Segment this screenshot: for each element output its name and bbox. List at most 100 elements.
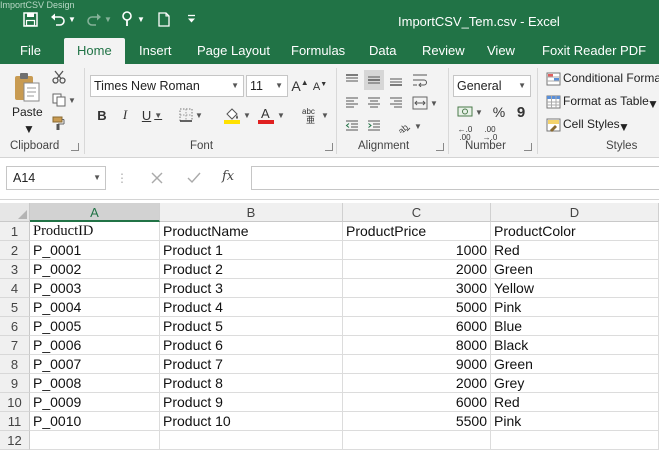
row-header[interactable]: 9	[0, 374, 30, 393]
enter-check-icon[interactable]	[183, 168, 205, 188]
cell[interactable]: P_0008	[30, 374, 160, 393]
cell[interactable]: P_0002	[30, 260, 160, 279]
cell[interactable]: P_0009	[30, 393, 160, 412]
cell[interactable]: Pink	[491, 412, 659, 431]
tab-view[interactable]: View	[487, 38, 515, 64]
cell[interactable]: 1000	[343, 241, 491, 260]
cell[interactable]	[30, 431, 160, 450]
cell[interactable]: Product 9	[160, 393, 343, 412]
cell[interactable]: Product 8	[160, 374, 343, 393]
cancel-icon[interactable]	[146, 168, 168, 188]
format-painter-icon[interactable]	[50, 114, 68, 132]
redo-icon[interactable]: ▼	[84, 8, 114, 30]
select-all-button[interactable]	[0, 203, 30, 222]
paste-dropdown-arrow[interactable]: ▼	[23, 122, 35, 136]
cell[interactable]: 2000	[343, 374, 491, 393]
cell[interactable]: 6000	[343, 393, 491, 412]
cell[interactable]: Product 6	[160, 336, 343, 355]
borders-icon[interactable]: ▼	[176, 105, 206, 125]
cell[interactable]: P_0010	[30, 412, 160, 431]
percent-style-icon[interactable]: %	[490, 102, 508, 122]
tab-formulas[interactable]: Formulas	[291, 38, 345, 64]
row-header[interactable]: 6	[0, 317, 30, 336]
cell[interactable]: Pink	[491, 298, 659, 317]
cell-styles-dropdown-arrow[interactable]: ▼	[618, 120, 630, 134]
row-header[interactable]: 12	[0, 431, 30, 450]
orientation-icon[interactable]: ab ▼	[394, 116, 424, 136]
cell[interactable]: Red	[491, 241, 659, 260]
cell[interactable]: 9000	[343, 355, 491, 374]
alignment-dialog-launcher[interactable]	[436, 143, 444, 151]
row-header[interactable]: 1	[0, 222, 30, 241]
touch-mode-icon[interactable]: ▼	[118, 8, 148, 30]
cell[interactable]: P_0001	[30, 241, 160, 260]
cell[interactable]: P_0004	[30, 298, 160, 317]
top-align-icon[interactable]	[342, 70, 362, 90]
cell[interactable]: 8000	[343, 336, 491, 355]
wrap-text-icon[interactable]	[410, 70, 430, 90]
paste-icon[interactable]	[10, 70, 44, 104]
row-header[interactable]: 4	[0, 279, 30, 298]
new-document-icon[interactable]	[154, 8, 174, 30]
tab-page-layout[interactable]: Page Layout	[197, 38, 270, 64]
column-header-a[interactable]: A	[30, 203, 160, 222]
cell[interactable]: Green	[491, 355, 659, 374]
cell[interactable]: Grey	[491, 374, 659, 393]
cell[interactable]: Green	[491, 260, 659, 279]
align-center-icon[interactable]	[364, 93, 384, 113]
row-header[interactable]: 5	[0, 298, 30, 317]
cell[interactable]: ProductColor	[491, 222, 659, 241]
tab-data[interactable]: Data	[369, 38, 396, 64]
cell[interactable]: Blue	[491, 317, 659, 336]
bottom-align-icon[interactable]	[386, 70, 406, 90]
format-as-table-button[interactable]: Format as Table	[563, 94, 649, 108]
cell[interactable]: P_0006	[30, 336, 160, 355]
customize-toolbar-icon[interactable]	[183, 8, 199, 30]
cell[interactable]: Product 7	[160, 355, 343, 374]
tab-file[interactable]: File	[20, 38, 41, 64]
conditional-formatting-button[interactable]: Conditional Formatting	[563, 71, 659, 85]
cell[interactable]: Yellow	[491, 279, 659, 298]
cell[interactable]	[160, 431, 343, 450]
cell[interactable]: Product 3	[160, 279, 343, 298]
column-header-b[interactable]: B	[160, 203, 343, 222]
row-header[interactable]: 11	[0, 412, 30, 431]
row-header[interactable]: 3	[0, 260, 30, 279]
tab-home[interactable]: Home	[64, 38, 125, 64]
cell[interactable]: P_0005	[30, 317, 160, 336]
increase-indent-icon[interactable]	[364, 116, 384, 136]
undo-icon[interactable]: ▼	[48, 8, 78, 30]
cell[interactable]: Product 4	[160, 298, 343, 317]
number-format-select[interactable]: General ▼	[453, 75, 531, 97]
cell[interactable]: Product 1	[160, 241, 343, 260]
font-size-select[interactable]: 11 ▼	[246, 75, 288, 97]
cell-styles-button[interactable]: Cell Styles	[563, 117, 620, 131]
save-icon[interactable]	[18, 8, 42, 30]
cell[interactable]: Black	[491, 336, 659, 355]
clipboard-dialog-launcher[interactable]	[71, 143, 79, 151]
cell[interactable]: 6000	[343, 317, 491, 336]
merge-center-icon[interactable]: ▼	[410, 93, 440, 113]
tab-insert[interactable]: Insert	[139, 38, 172, 64]
tab-foxit-reader-pdf[interactable]: Foxit Reader PDF	[542, 38, 646, 64]
cell[interactable]: P_0007	[30, 355, 160, 374]
italic-icon[interactable]: I	[116, 105, 134, 125]
align-right-icon[interactable]	[386, 93, 406, 113]
name-box[interactable]: A14 ▼	[6, 166, 106, 190]
spreadsheet-grid[interactable]: A B C D 1 ProductID ProductName ProductP…	[0, 203, 659, 452]
copy-icon[interactable]: ▼	[50, 91, 78, 109]
phonetic-guide-icon[interactable]: abc 亜 ▼	[300, 104, 330, 126]
more-options-icon[interactable]: ⋮	[116, 168, 128, 188]
insert-function-button[interactable]: fx	[222, 169, 234, 184]
cell[interactable]: Red	[491, 393, 659, 412]
row-header[interactable]: 10	[0, 393, 30, 412]
row-header[interactable]: 8	[0, 355, 30, 374]
cell[interactable]: ProductID	[30, 222, 160, 241]
number-dialog-launcher[interactable]	[524, 143, 532, 151]
cell[interactable]: P_0003	[30, 279, 160, 298]
column-header-c[interactable]: C	[343, 203, 491, 222]
middle-align-icon[interactable]	[364, 70, 384, 90]
cell[interactable]: 5000	[343, 298, 491, 317]
cell[interactable]: 3000	[343, 279, 491, 298]
cell[interactable]: 2000	[343, 260, 491, 279]
